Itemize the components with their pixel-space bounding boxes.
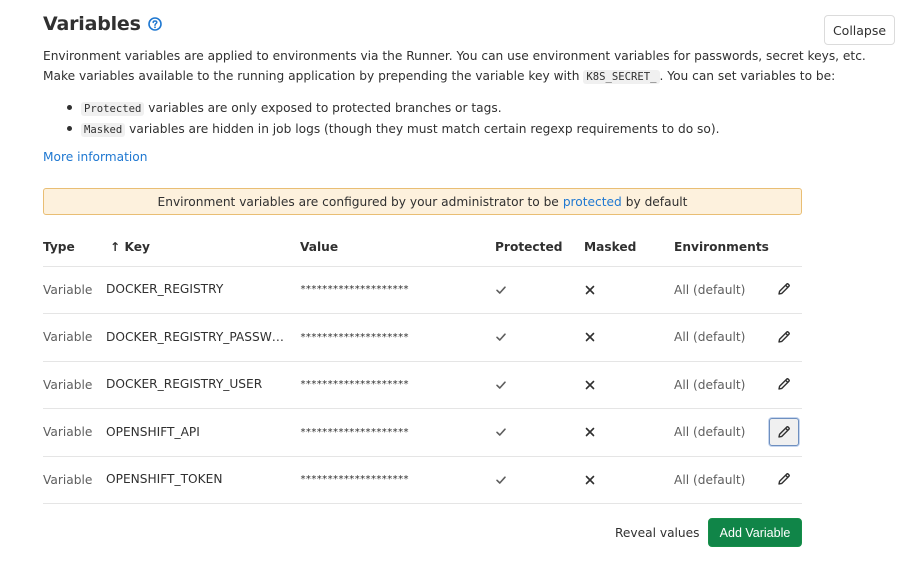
protected-link[interactable]: protected: [563, 195, 622, 209]
variable-environment: All (default): [674, 377, 746, 392]
check-icon: [495, 456, 507, 503]
close-icon: [584, 456, 596, 503]
edit-variable-button[interactable]: [769, 370, 799, 398]
variable-types-list: Protected variables are only exposed to …: [61, 98, 720, 140]
variable-key: DOCKER_REGISTRY: [106, 282, 224, 296]
variable-environment: All (default): [674, 472, 746, 487]
variable-value: ********************: [300, 331, 409, 343]
table-row: Variable DOCKER_REGISTRY_USER ************…: [43, 361, 802, 410]
header-environments: Environments: [674, 240, 769, 254]
bullet-text: variables are hidden in job logs (though…: [125, 122, 720, 136]
variable-value: ********************: [300, 284, 409, 295]
edit-variable-button[interactable]: [769, 417, 799, 446]
description-text-end: . You can set variables to be:: [659, 69, 836, 83]
table-row: Variable OPENSHIFT_API *******************…: [43, 409, 802, 457]
check-icon: [495, 361, 507, 408]
table-row: Variable OPENSHIFT_TOKEN *****************…: [43, 456, 802, 505]
variable-environment: All (default): [674, 330, 746, 345]
description-line-2: Make variables available to the running …: [43, 66, 843, 87]
reveal-values-button[interactable]: Reveal values: [607, 518, 708, 547]
header-value: Value: [300, 240, 339, 254]
variable-environment: All (default): [674, 425, 746, 440]
table-row: Variable DOCKER_REGISTRY *****************…: [43, 266, 802, 314]
collapse-button[interactable]: Collapse: [824, 15, 895, 45]
edit-variable-button[interactable]: [769, 465, 799, 493]
bullet-text: variables are only exposed to protected …: [144, 101, 502, 115]
description: Environment variables are applied to env…: [43, 46, 866, 87]
close-icon: [584, 266, 596, 313]
variable-type: Variable: [43, 425, 93, 440]
protected-alert: Environment variables are configured by …: [43, 188, 802, 215]
variable-key: OPENSHIFT_TOKEN: [106, 472, 223, 487]
list-item-protected: Protected variables are only exposed to …: [61, 98, 720, 119]
variable-type: Variable: [43, 472, 93, 487]
header-protected: Protected: [495, 240, 563, 254]
edit-variable-button[interactable]: [769, 323, 799, 351]
page-title: Variables: [43, 13, 141, 35]
variable-type: Variable: [43, 377, 93, 392]
header-type: Type: [43, 240, 75, 254]
table-header: Type ↑ Key Value Protected Masked Enviro…: [43, 236, 802, 267]
header-key[interactable]: ↑ Key: [110, 240, 150, 254]
variable-key: DOCKER_REGISTRY_PASSWO...: [106, 329, 288, 344]
check-icon: [495, 314, 507, 361]
add-variable-button[interactable]: Add Variable: [708, 518, 802, 547]
check-icon: [495, 409, 507, 456]
alert-text-end: by default: [625, 194, 688, 209]
pencil-icon: [777, 472, 791, 486]
more-information-link[interactable]: More information: [43, 150, 147, 164]
variable-value: ********************: [300, 426, 409, 438]
edit-variable-button[interactable]: [769, 275, 799, 303]
sort-arrow-icon: ↑: [110, 240, 121, 254]
description-text: Make variables available to the running …: [43, 69, 584, 83]
header-masked: Masked: [584, 240, 637, 254]
alert-text: Environment variables are configured by …: [157, 194, 559, 209]
pencil-icon: [777, 282, 791, 296]
variable-type: Variable: [43, 330, 93, 345]
table-row: Variable DOCKER_REGISTRY_PASSWO... *******…: [43, 314, 802, 362]
check-icon: [495, 266, 507, 313]
pencil-icon: [777, 425, 791, 439]
variable-key: DOCKER_REGISTRY_USER: [106, 377, 263, 392]
close-icon: [584, 361, 596, 408]
masked-code: Masked: [81, 123, 126, 137]
variable-key: OPENSHIFT_API: [106, 424, 200, 439]
variable-value: ********************: [300, 474, 409, 486]
pencil-icon: [777, 377, 791, 391]
close-icon: [584, 409, 596, 456]
k8s-secret-code: K8S_SECRET_: [583, 70, 660, 84]
description-line-1: Environment variables are applied to env…: [43, 49, 866, 63]
header-key-label: Key: [124, 240, 150, 254]
page-header: Variables: [43, 13, 162, 35]
variable-value: ********************: [300, 379, 409, 391]
close-icon: [584, 314, 596, 361]
variable-type: Variable: [43, 282, 93, 297]
question-circle-icon[interactable]: [147, 17, 162, 31]
variable-environment: All (default): [674, 282, 746, 297]
pencil-icon: [777, 330, 791, 344]
list-item-masked: Masked variables are hidden in job logs …: [61, 119, 720, 140]
protected-code: Protected: [81, 102, 145, 116]
